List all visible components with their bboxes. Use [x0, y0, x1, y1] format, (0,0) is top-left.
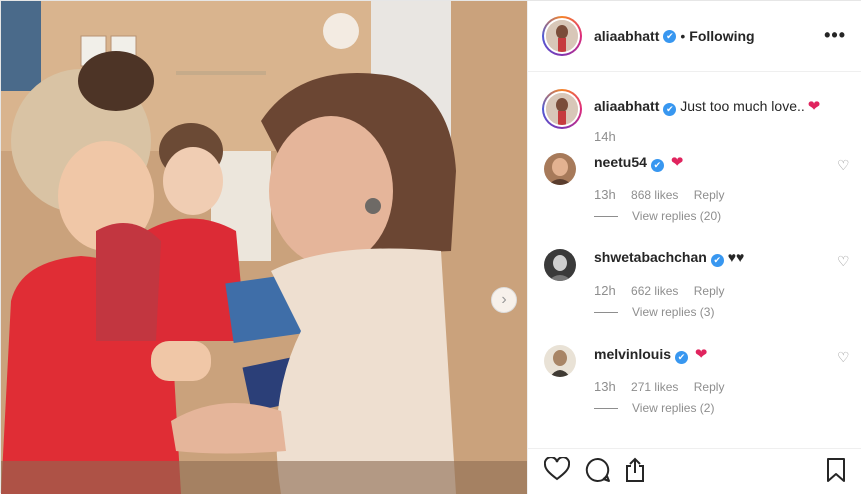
more-options-icon[interactable]: •••: [824, 25, 846, 46]
reply-button[interactable]: Reply: [694, 188, 725, 202]
comment-username[interactable]: melvinlouis: [594, 346, 671, 362]
comment-avatar[interactable]: [544, 345, 576, 377]
view-replies-label: View replies (20): [632, 209, 722, 223]
reply-button[interactable]: Reply: [694, 380, 725, 394]
comment-likes[interactable]: 868 likes: [631, 188, 678, 202]
comment-text: ❤: [670, 154, 684, 171]
photo-illustration: [1, 1, 527, 494]
comment-like-icon[interactable]: ♡: [837, 350, 850, 364]
next-photo-button[interactable]: ›: [491, 287, 517, 313]
caption-username[interactable]: aliaabhatt: [594, 98, 659, 114]
comment-meta: 13h 271 likes Reply: [594, 379, 736, 394]
comment-avatar[interactable]: [544, 153, 576, 185]
verified-badge-icon: ✔: [710, 254, 724, 267]
verified-badge-icon: ✔: [650, 159, 664, 172]
separator-dot: •: [680, 28, 686, 44]
heart-icon[interactable]: [544, 457, 570, 481]
verified-badge-icon: ✔: [675, 351, 689, 364]
comment-likes[interactable]: 662 likes: [631, 284, 678, 298]
divider: [594, 407, 618, 409]
view-replies-button[interactable]: View replies (20): [594, 209, 721, 223]
caption-line: aliaabhatt ✔ Just too much love.. ❤: [594, 97, 820, 116]
comment-text: ♥♥: [727, 249, 745, 265]
chevron-right-icon: ›: [501, 291, 507, 308]
comment-like-icon[interactable]: ♡: [837, 254, 850, 268]
comment-timestamp[interactable]: 13h: [594, 379, 616, 394]
comment-icon[interactable]: [585, 457, 611, 483]
following-button[interactable]: Following: [689, 28, 754, 44]
author-avatar[interactable]: [542, 16, 582, 56]
comment-meta: 12h 662 likes Reply: [594, 283, 736, 298]
comment-like-icon[interactable]: ♡: [837, 158, 850, 172]
comment-line: neetu54 ✔ ❤: [594, 153, 683, 172]
comment-username[interactable]: shwetabachchan: [594, 249, 707, 265]
view-replies-button[interactable]: View replies (2): [594, 401, 714, 415]
author-username[interactable]: aliaabhatt: [594, 28, 659, 44]
caption-avatar[interactable]: [542, 89, 582, 129]
comment-likes[interactable]: 271 likes: [631, 380, 678, 394]
post-header: aliaabhatt ✔ • Following: [528, 1, 861, 72]
comment-text: ❤: [694, 346, 708, 363]
comment-timestamp[interactable]: 12h: [594, 283, 616, 298]
reply-button[interactable]: Reply: [694, 284, 725, 298]
verified-badge-icon: ✔: [663, 103, 677, 116]
post-photo[interactable]: ›: [1, 1, 527, 494]
share-icon[interactable]: [624, 457, 646, 483]
action-bar: [528, 448, 861, 494]
comment-timestamp[interactable]: 13h: [594, 187, 616, 202]
caption-timestamp[interactable]: 14h: [594, 129, 616, 144]
post-side-panel: aliaabhatt ✔ • Following ••• aliaabhatt ✔…: [527, 1, 861, 494]
heart-emoji-icon: ❤: [807, 98, 821, 115]
comment-avatar[interactable]: [544, 249, 576, 281]
comment-line: shwetabachchan ✔ ♥♥: [594, 249, 744, 267]
caption-text: Just too much love..: [680, 98, 805, 114]
post-container: › aliaabhatt ✔ • Following ••• aliaabhat…: [0, 0, 861, 494]
divider: [594, 215, 618, 217]
comment-line: melvinlouis ✔ ❤: [594, 345, 708, 364]
view-replies-label: View replies (3): [632, 305, 715, 319]
divider: [594, 311, 618, 313]
comment-username[interactable]: neetu54: [594, 154, 647, 170]
view-replies-button[interactable]: View replies (3): [594, 305, 714, 319]
verified-badge-icon: ✔: [663, 29, 677, 43]
bookmark-icon[interactable]: [826, 457, 846, 483]
comment-meta: 13h 868 likes Reply: [594, 187, 736, 202]
view-replies-label: View replies (2): [632, 401, 715, 415]
